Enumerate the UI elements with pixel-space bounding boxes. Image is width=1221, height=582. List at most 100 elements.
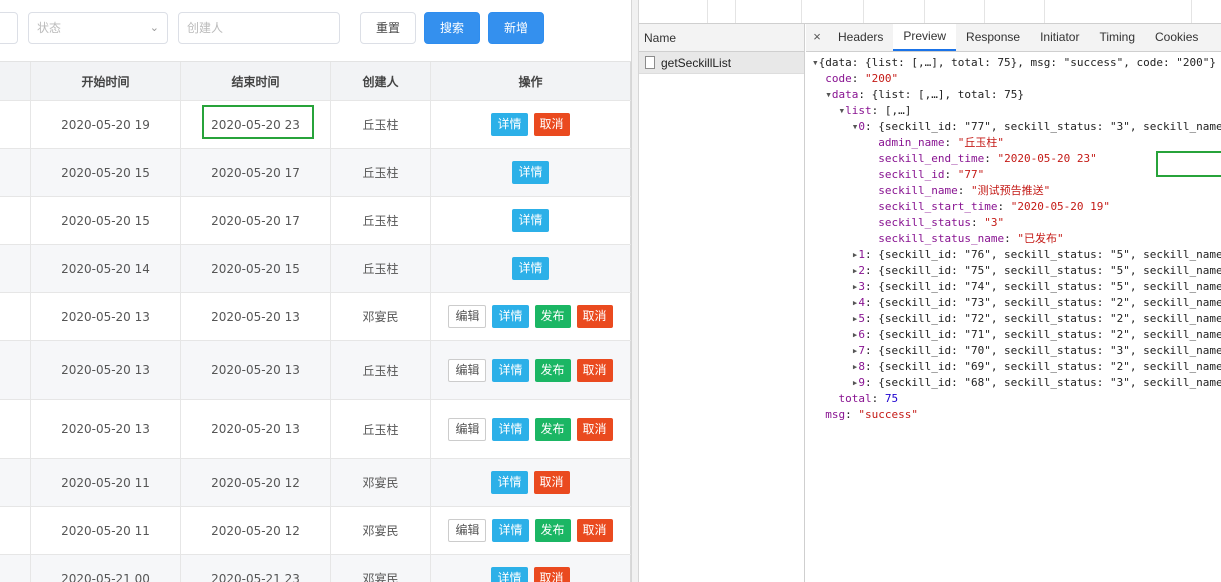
- tab-preview[interactable]: Preview: [893, 24, 957, 51]
- end-time-cell: 2020-05-20 13: [181, 400, 331, 458]
- detail-button[interactable]: 详情: [492, 358, 529, 382]
- tab-initiator[interactable]: Initiator: [1030, 24, 1089, 51]
- json-key: total: [838, 392, 872, 405]
- row-blank-cell: [0, 555, 31, 582]
- json-line[interactable]: ▸8: {seckill_id: "69", seckill_status: "…: [812, 359, 1221, 375]
- json-punctuation: [812, 392, 839, 405]
- json-line[interactable]: ▾data: {list: [,…], total: 75}: [812, 87, 1221, 103]
- pane-divider[interactable]: [631, 0, 639, 582]
- actions-cell: 编辑 详情 发布 取消: [431, 293, 631, 340]
- expand-triangle-icon[interactable]: ▸: [812, 280, 859, 293]
- json-key: admin_name: [878, 136, 945, 149]
- json-key: 3: [858, 280, 865, 293]
- json-punctuation: :: [845, 408, 859, 421]
- timeline-gridline: [1191, 0, 1192, 23]
- cancel-button[interactable]: 取消: [576, 519, 613, 542]
- edit-button[interactable]: 编辑: [448, 519, 487, 542]
- json-line[interactable]: ▾list: [,…]: [812, 103, 1221, 119]
- json-line[interactable]: ▾{data: {list: [,…], total: 75}, msg: "s…: [812, 55, 1221, 71]
- detail-button[interactable]: 详情: [512, 257, 549, 280]
- json-line[interactable]: ▸3: {seckill_id: "74", seckill_status: "…: [812, 279, 1221, 295]
- tab-headers[interactable]: Headers: [828, 24, 893, 51]
- expand-triangle-icon[interactable]: ▾: [812, 88, 832, 101]
- expand-triangle-icon[interactable]: ▸: [812, 344, 859, 357]
- expand-triangle-icon[interactable]: ▸: [812, 328, 859, 341]
- expand-triangle-icon[interactable]: ▾: [812, 56, 819, 69]
- json-line[interactable]: ▸1: {seckill_id: "76", seckill_status: "…: [812, 247, 1221, 263]
- actions-cell: 编辑 详情 发布 取消: [431, 507, 631, 554]
- expand-triangle-icon[interactable]: ▸: [812, 360, 859, 373]
- json-line[interactable]: ▸4: {seckill_id: "73", seckill_status: "…: [812, 295, 1221, 311]
- partial-input[interactable]: [0, 12, 18, 44]
- row-blank-cell: [0, 400, 31, 458]
- json-punctuation: [812, 184, 878, 197]
- creator-input[interactable]: 创建人: [178, 12, 340, 44]
- edit-button[interactable]: 编辑: [448, 305, 487, 328]
- detail-button[interactable]: 详情: [491, 113, 528, 136]
- detail-button[interactable]: 详情: [512, 209, 549, 232]
- expand-triangle-icon[interactable]: ▸: [812, 376, 859, 389]
- json-punctuation: [812, 408, 825, 421]
- detail-button[interactable]: 详情: [492, 417, 529, 441]
- cancel-button[interactable]: 取消: [576, 417, 613, 441]
- json-line: seckill_id: "77": [812, 167, 1221, 183]
- close-icon[interactable]: ×: [806, 24, 828, 51]
- expand-triangle-icon[interactable]: ▸: [812, 264, 859, 277]
- header-actions: 操作: [431, 62, 631, 100]
- tab-timing[interactable]: Timing: [1089, 24, 1145, 51]
- search-button[interactable]: 搜索: [424, 12, 480, 44]
- detail-button[interactable]: 详情: [491, 471, 528, 494]
- publish-button[interactable]: 发布: [534, 417, 571, 441]
- json-key: seckill_status: [878, 216, 971, 229]
- tab-cookies[interactable]: Cookies: [1145, 24, 1208, 51]
- expand-triangle-icon[interactable]: ▸: [812, 312, 859, 325]
- json-line[interactable]: ▾0: {seckill_id: "77", seckill_status: "…: [812, 119, 1221, 135]
- cancel-button[interactable]: 取消: [533, 113, 570, 136]
- publish-button[interactable]: 发布: [534, 305, 571, 328]
- edit-button[interactable]: 编辑: [448, 417, 487, 441]
- end-time-cell: 2020-05-20 12: [181, 507, 331, 554]
- request-detail: × Headers Preview Response Initiator Timing C…: [806, 24, 1221, 582]
- status-select[interactable]: 状态 ⌄: [28, 12, 168, 44]
- end-time-cell: 2020-05-20 17: [181, 149, 331, 196]
- expand-triangle-icon[interactable]: ▾: [812, 104, 845, 117]
- json-punctuation: : {seckill_id: "77", seckill_status: "3"…: [864, 120, 1221, 133]
- cancel-button[interactable]: 取消: [576, 305, 613, 328]
- json-key: code: [825, 72, 852, 85]
- expand-triangle-icon[interactable]: ▸: [812, 296, 859, 309]
- tab-response[interactable]: Response: [956, 24, 1030, 51]
- json-punctuation: : {seckill_id: "75", seckill_status: "5"…: [864, 264, 1221, 277]
- json-punctuation: [812, 200, 878, 213]
- chevron-down-icon: ⌄: [149, 21, 159, 34]
- detail-button[interactable]: 详情: [512, 161, 549, 184]
- json-line[interactable]: ▸2: {seckill_id: "75", seckill_status: "…: [812, 263, 1221, 279]
- actions-cell: 详情 取消: [431, 555, 631, 582]
- expand-triangle-icon[interactable]: ▸: [812, 248, 859, 261]
- table-header: 开始时间 结束时间 创建人 操作: [0, 61, 631, 101]
- cancel-button[interactable]: 取消: [533, 567, 570, 582]
- json-punctuation: :: [944, 136, 958, 149]
- json-line: seckill_status_name: "已发布": [812, 231, 1221, 247]
- json-punctuation: : {seckill_id: "68", seckill_status: "3"…: [864, 376, 1221, 389]
- cancel-button[interactable]: 取消: [533, 471, 570, 494]
- cancel-button[interactable]: 取消: [576, 358, 613, 382]
- json-preview: ▾{data: {list: [,…], total: 75}, msg: "s…: [812, 55, 1221, 423]
- add-button[interactable]: 新增: [488, 12, 544, 44]
- admin-app-pane: 状态 ⌄ 创建人 重置 搜索 新增 开始时间 结束时间 创建人 操作 2020-…: [0, 0, 631, 582]
- detail-button[interactable]: 详情: [492, 519, 529, 542]
- detail-button[interactable]: 详情: [491, 567, 528, 582]
- publish-button[interactable]: 发布: [534, 358, 571, 382]
- edit-button[interactable]: 编辑: [448, 358, 487, 382]
- json-punctuation: :: [944, 168, 958, 181]
- timeline-gridline: [707, 0, 708, 23]
- json-line[interactable]: ▸9: {seckill_id: "68", seckill_status: "…: [812, 375, 1221, 391]
- json-line[interactable]: ▸7: {seckill_id: "70", seckill_status: "…: [812, 343, 1221, 359]
- reset-button[interactable]: 重置: [360, 12, 416, 44]
- document-icon: [645, 56, 655, 69]
- expand-triangle-icon[interactable]: ▾: [812, 120, 859, 133]
- request-row[interactable]: getSeckillList: [639, 52, 804, 74]
- publish-button[interactable]: 发布: [534, 519, 571, 542]
- detail-button[interactable]: 详情: [492, 305, 529, 328]
- json-line[interactable]: ▸5: {seckill_id: "72", seckill_status: "…: [812, 311, 1221, 327]
- json-line[interactable]: ▸6: {seckill_id: "71", seckill_status: "…: [812, 327, 1221, 343]
